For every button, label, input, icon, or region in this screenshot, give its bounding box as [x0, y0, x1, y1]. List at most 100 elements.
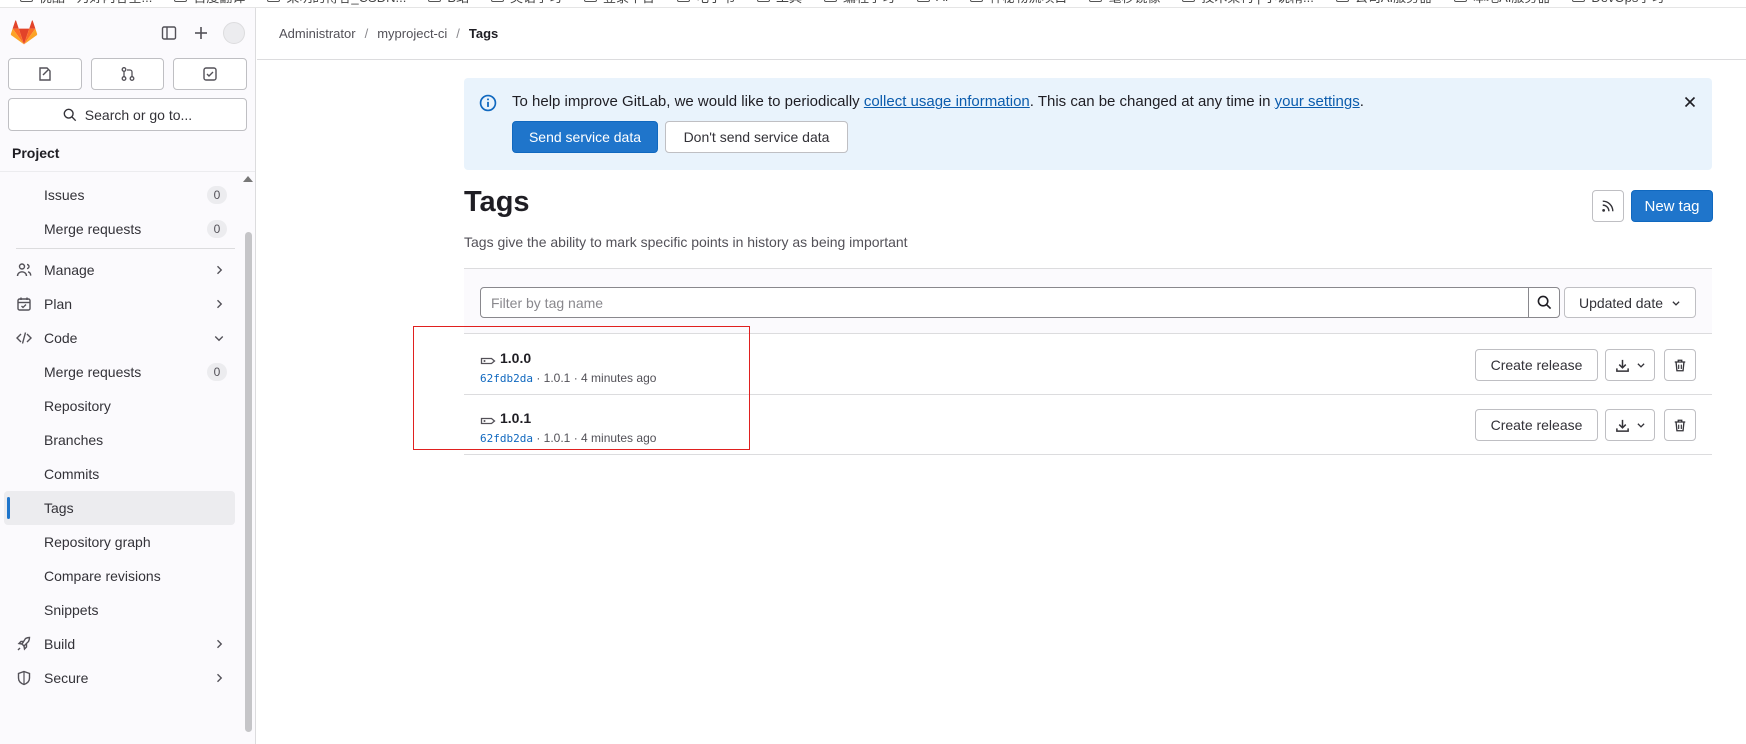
filter-search-button[interactable]: [1528, 287, 1560, 318]
bookmark-item[interactable]: 百度翻译: [174, 0, 245, 6]
sidebar-item-label: Repository: [44, 398, 111, 414]
banner-text: .: [1359, 93, 1364, 110]
bookmark-item[interactable]: 编程学习: [824, 0, 895, 6]
sidebar-item-repository-graph[interactable]: Repository graph: [4, 525, 235, 559]
create-release-button[interactable]: Create release: [1475, 349, 1598, 381]
folder-icon: [174, 0, 188, 2]
page-title: Tags: [464, 186, 530, 218]
breadcrumb-item-project[interactable]: myproject-ci: [377, 26, 447, 41]
sidebar-item-label: Plan: [44, 296, 73, 312]
folder-icon: [1454, 0, 1468, 2]
sidebar-item-secure[interactable]: Secure: [4, 661, 235, 695]
bookmark-item[interactable]: 果明的博客_CSDN...: [267, 0, 406, 6]
avatar[interactable]: [223, 22, 245, 44]
count-badge: 0: [207, 363, 227, 381]
bookmark-label: 技术架构 | 小说精...: [1201, 0, 1313, 6]
sidebar-item-plan[interactable]: Plan: [4, 287, 235, 321]
sidebar-item-label: Tags: [44, 500, 74, 516]
nav-divider: [16, 248, 235, 249]
bookmark-item[interactable]: AI: [917, 0, 948, 4]
bookmark-label: AI: [936, 0, 948, 4]
sidebar-nav: Issues 0 Merge requests 0 Manage Plan Code Merg…: [0, 172, 255, 732]
search-button[interactable]: Search or go to...: [8, 98, 247, 131]
plus-icon[interactable]: [185, 17, 217, 49]
banner-text: To help improve GitLab, we would like to…: [512, 93, 864, 110]
collect-usage-link[interactable]: collect usage information: [864, 93, 1030, 110]
sidebar-item-tags[interactable]: Tags: [4, 491, 235, 525]
folder-icon: [428, 0, 442, 2]
folder-icon: [20, 0, 33, 2]
bookmark-item[interactable]: 本地AI服务器: [1454, 0, 1550, 6]
merge-requests-counter[interactable]: [90, 58, 165, 90]
trash-icon: [1674, 419, 1686, 431]
issues-counter[interactable]: [8, 58, 82, 90]
bookmark-item[interactable]: 登录平台: [584, 0, 655, 6]
folder-icon: [1572, 0, 1586, 2]
page-description: Tags give the ability to mark specific p…: [464, 234, 908, 250]
bookmark-label: 毫秒镜像: [1108, 0, 1160, 6]
folder-icon: [757, 0, 771, 2]
folder-icon: [970, 0, 984, 2]
delete-tag-button[interactable]: [1664, 409, 1696, 441]
bookmark-item[interactable]: 神秘物流项目: [970, 0, 1067, 6]
bookmark-item[interactable]: 优酷 - 为好内容全...: [20, 0, 152, 6]
folder-icon: [490, 0, 504, 2]
create-release-button[interactable]: Create release: [1475, 409, 1598, 441]
bookmark-item[interactable]: DevOps学习: [1572, 0, 1664, 6]
bookmark-label: 本地AI服务器: [1473, 0, 1550, 6]
sidebar-item-code[interactable]: Code: [4, 321, 235, 355]
search-button-label: Search or go to...: [84, 106, 193, 123]
sidebar-item-label: Code: [44, 330, 78, 346]
bookmark-label: 神秘物流项目: [989, 0, 1067, 6]
scroll-up-arrow[interactable]: [243, 176, 253, 182]
bookmark-item[interactable]: 工具: [757, 0, 802, 6]
bookmark-item[interactable]: 毫秒镜像: [1089, 0, 1160, 6]
info-icon: [479, 94, 497, 112]
sidebar-item-commits[interactable]: Commits: [4, 457, 235, 491]
close-icon[interactable]: [1682, 94, 1698, 110]
sidebar-item-issues[interactable]: Issues 0: [4, 178, 235, 212]
bookmark-item[interactable]: B站: [428, 0, 469, 6]
breadcrumb: Administrator / myproject-ci / Tags: [257, 8, 1746, 60]
bookmark-item[interactable]: 公司AI服务器: [1335, 0, 1432, 6]
sidebar-item-snippets[interactable]: Snippets: [4, 593, 235, 627]
breadcrumb-separator: /: [456, 26, 460, 41]
sidebar-item-label: Manage: [44, 262, 95, 278]
sidebar-item-branches[interactable]: Branches: [4, 423, 235, 457]
download-icon: [1615, 359, 1629, 372]
banner-message: To help improve GitLab, we would like to…: [512, 93, 1364, 110]
code-icon: [16, 332, 32, 344]
delete-tag-button[interactable]: [1664, 349, 1696, 381]
sidebar-item-build[interactable]: Build: [4, 627, 235, 661]
trash-icon: [1674, 359, 1686, 371]
calendar-icon: [17, 297, 31, 311]
download-dropdown[interactable]: [1605, 409, 1655, 441]
gitlab-logo-icon[interactable]: [10, 19, 38, 47]
sort-dropdown[interactable]: Updated date: [1564, 287, 1696, 318]
dont-send-service-data-button[interactable]: Don't send service data: [665, 121, 848, 153]
sidebar-item-compare-revisions[interactable]: Compare revisions: [4, 559, 235, 593]
search-icon: [1537, 295, 1551, 310]
new-tag-button[interactable]: New tag: [1631, 190, 1713, 222]
your-settings-link[interactable]: your settings: [1275, 93, 1360, 110]
sidebar-item-merge-requests[interactable]: Merge requests 0: [4, 355, 235, 389]
breadcrumb-current[interactable]: Tags: [469, 26, 498, 41]
sidebar-section-title: Project: [0, 131, 255, 172]
sidebar-item-repository[interactable]: Repository: [4, 389, 235, 423]
send-service-data-button[interactable]: Send service data: [512, 121, 658, 153]
rss-button[interactable]: [1592, 190, 1624, 222]
sidebar-item-merge-requests[interactable]: Merge requests 0: [4, 212, 235, 246]
folder-icon: [1089, 0, 1103, 2]
bookmark-item[interactable]: 技术架构 | 小说精...: [1182, 0, 1314, 6]
bookmark-item[interactable]: 电子书: [677, 0, 735, 6]
filter-tag-input[interactable]: Filter by tag name: [480, 287, 1529, 318]
bookmark-item[interactable]: 英语学习: [490, 0, 562, 6]
sidebar-toggle-icon[interactable]: [153, 17, 185, 49]
banner-text: . This can be changed at any time in: [1029, 93, 1275, 110]
sidebar-item-label: Build: [44, 636, 76, 652]
todos-counter[interactable]: [173, 58, 248, 90]
breadcrumb-item-administrator[interactable]: Administrator: [279, 26, 356, 41]
sidebar-item-manage[interactable]: Manage: [4, 253, 235, 287]
download-dropdown[interactable]: [1605, 349, 1655, 381]
sidebar-scrollbar[interactable]: [245, 232, 252, 732]
